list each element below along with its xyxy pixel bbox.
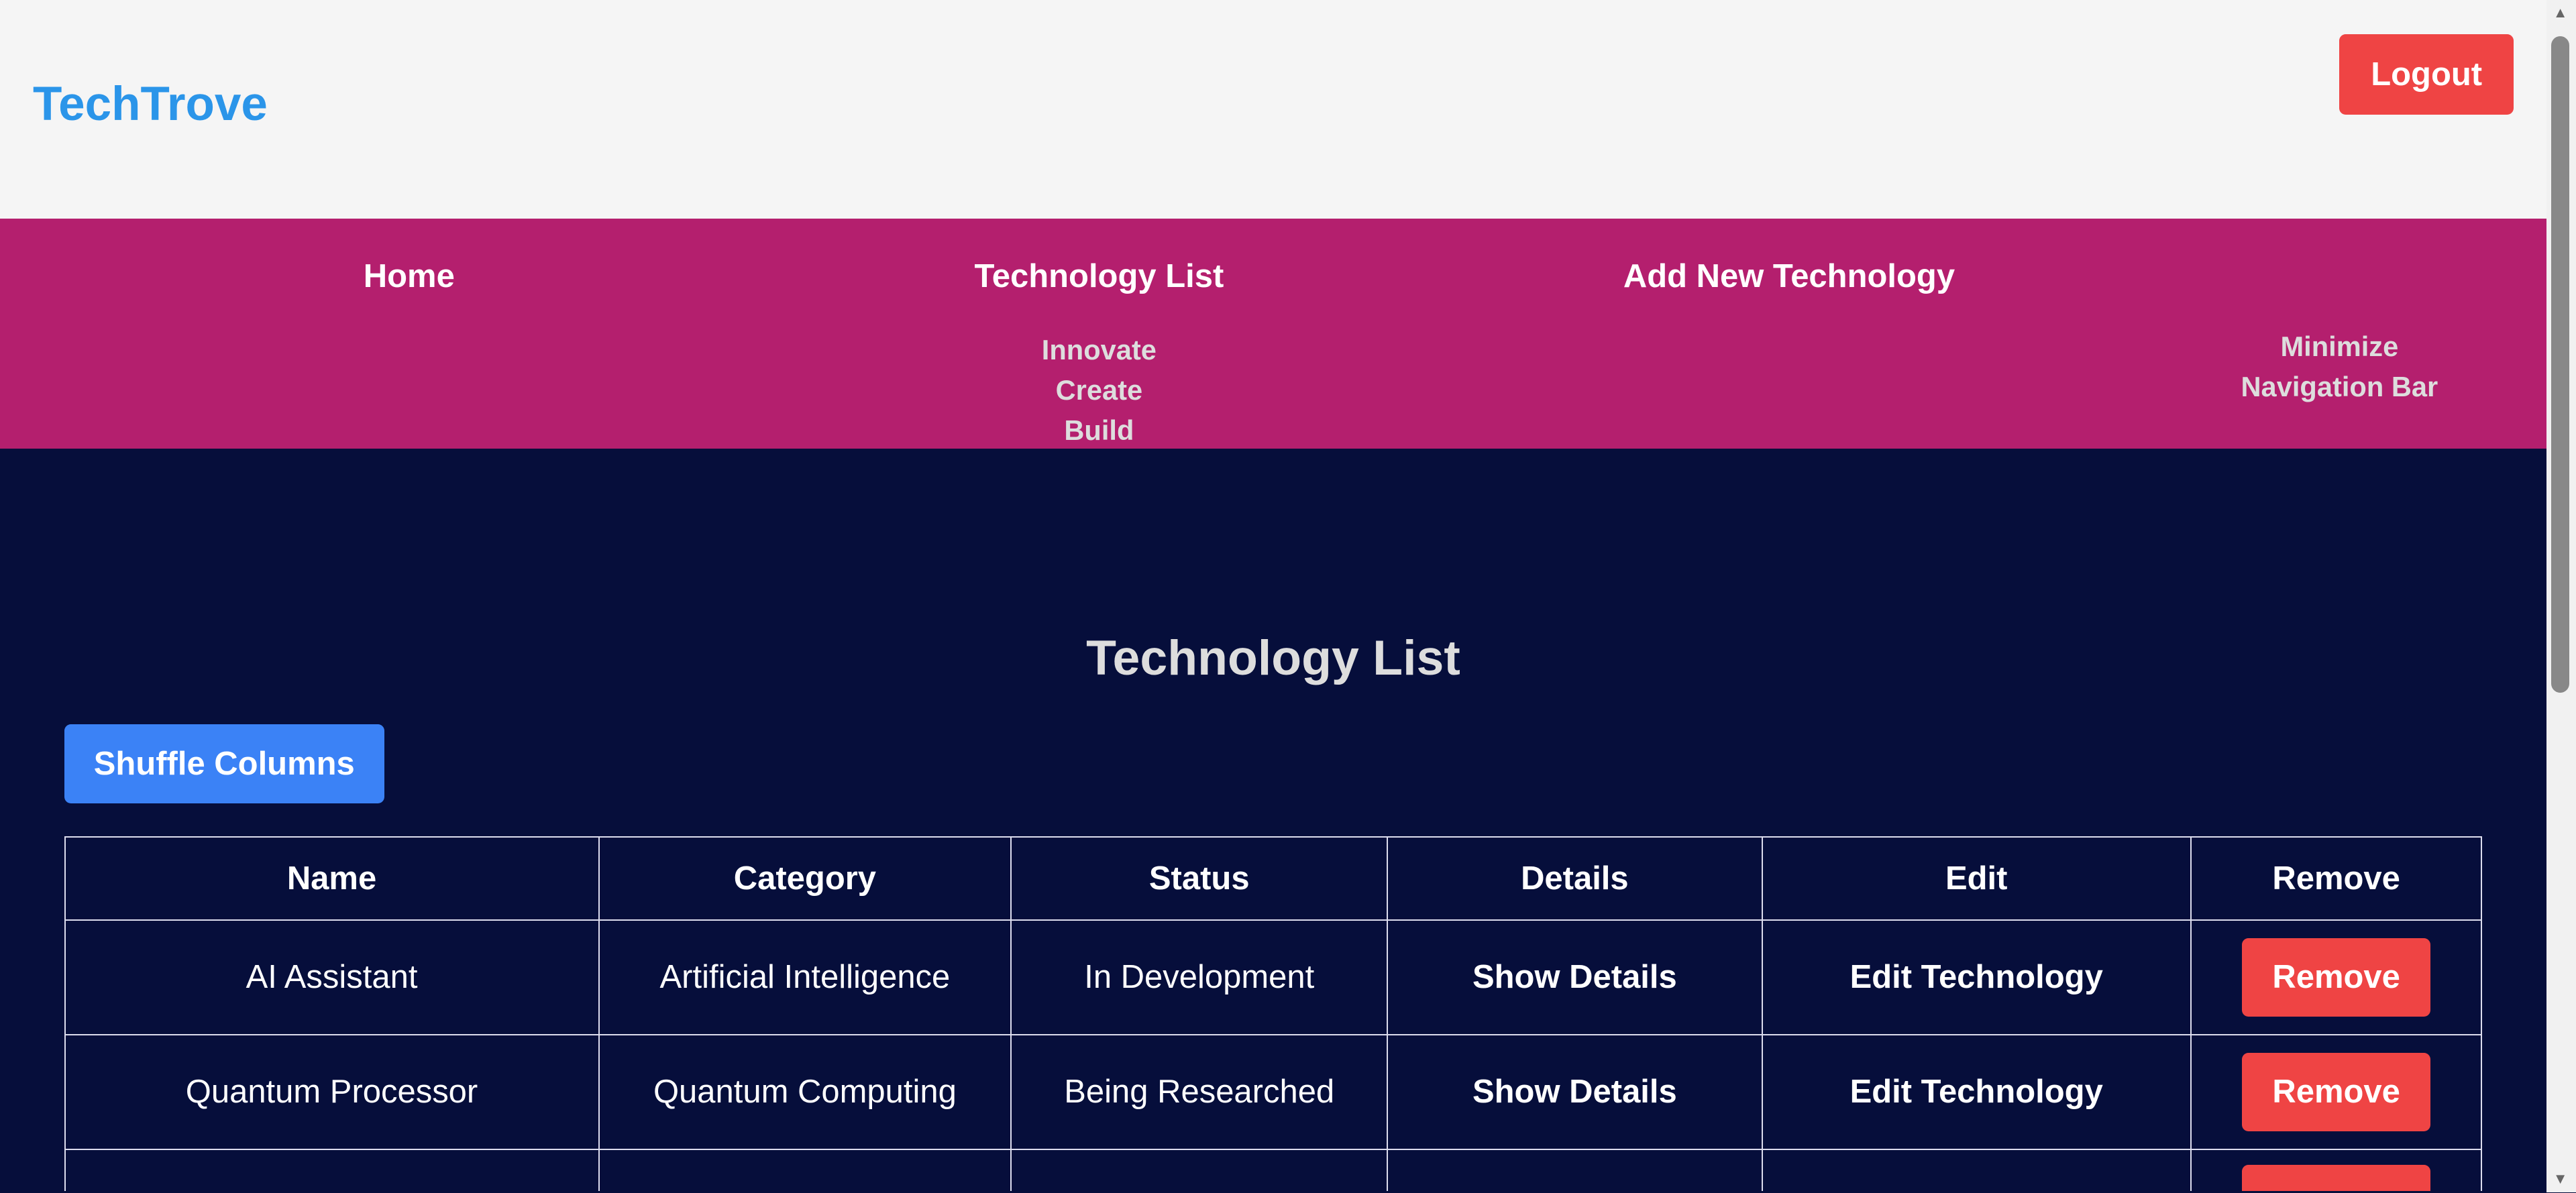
scrollbar[interactable]: ▲ ▼	[2546, 0, 2576, 1192]
column-header: Details	[1387, 836, 1763, 921]
column-header: Name	[64, 836, 600, 921]
column-header: Remove	[2190, 836, 2483, 921]
name-cell: Quantum Processor	[64, 1033, 600, 1150]
shuffle-columns-button[interactable]: Shuffle Columns	[64, 724, 385, 803]
status-cell	[1010, 1148, 1389, 1192]
show-details-link[interactable]: Show Details	[1387, 919, 1763, 1035]
table-header: Name Category Status Details Edit Remove	[64, 836, 2483, 921]
remove-button[interactable]: Remove	[2241, 938, 2431, 1017]
category-cell: Quantum Computing	[598, 1033, 1012, 1150]
nav-home[interactable]: Home	[364, 258, 455, 295]
name-cell	[64, 1148, 600, 1192]
details-cell	[1387, 1148, 1763, 1192]
remove-cell: Remove	[2190, 919, 2483, 1035]
tagline-create: Create	[1055, 374, 1143, 406]
edit-technology-link[interactable]: Edit Technology	[1761, 1033, 2192, 1150]
remove-button[interactable]	[2241, 1164, 2431, 1192]
table-row: Quantum Processor Quantum Computing Bein…	[64, 1033, 2483, 1150]
page-title: Technology List	[1086, 629, 1460, 685]
tagline: Innovate Create Build	[1042, 330, 1157, 451]
status-cell: Being Researched	[1010, 1033, 1389, 1150]
name-cell: AI Assistant	[64, 919, 600, 1035]
remove-button[interactable]: Remove	[2241, 1052, 2431, 1132]
edit-cell	[1761, 1148, 2192, 1192]
table-row	[64, 1148, 2483, 1192]
column-header: Status	[1010, 836, 1389, 921]
column-header: Edit	[1761, 836, 2192, 921]
status-cell: In Development	[1010, 919, 1389, 1035]
column-header: Category	[598, 836, 1012, 921]
show-details-link[interactable]: Show Details	[1387, 1033, 1763, 1150]
minimize-nav-button[interactable]: Minimize Navigation Bar	[2241, 327, 2438, 407]
scrollbar-thumb[interactable]	[2551, 36, 2570, 693]
category-cell	[598, 1148, 1012, 1192]
navigation-bar-label: Navigation Bar	[2241, 371, 2438, 403]
tagline-build: Build	[1064, 414, 1134, 447]
logout-button[interactable]: Logout	[2339, 34, 2514, 115]
remove-cell: Remove	[2190, 1033, 2483, 1150]
remove-cell	[2190, 1148, 2483, 1192]
edit-technology-link[interactable]: Edit Technology	[1761, 919, 2192, 1035]
tagline-innovate: Innovate	[1041, 334, 1157, 366]
logo[interactable]: TechTrove	[33, 77, 268, 131]
navigation-bar: Home Technology List Add New Technology …	[0, 218, 2546, 451]
minimize-label: Minimize	[2280, 331, 2399, 363]
technology-table: Name Category Status Details Edit Remove…	[64, 836, 2483, 1192]
category-cell: Artificial Intelligence	[598, 919, 1012, 1035]
nav-add-technology[interactable]: Add New Technology	[1623, 258, 1955, 295]
nav-technology-list[interactable]: Technology List	[974, 258, 1224, 295]
scroll-down-icon[interactable]: ▼	[2553, 1170, 2568, 1187]
header: TechTrove Logout	[0, 0, 2546, 219]
table-row: AI Assistant Artificial Intelligence In …	[64, 919, 2483, 1035]
scroll-up-icon[interactable]: ▲	[2553, 5, 2568, 21]
